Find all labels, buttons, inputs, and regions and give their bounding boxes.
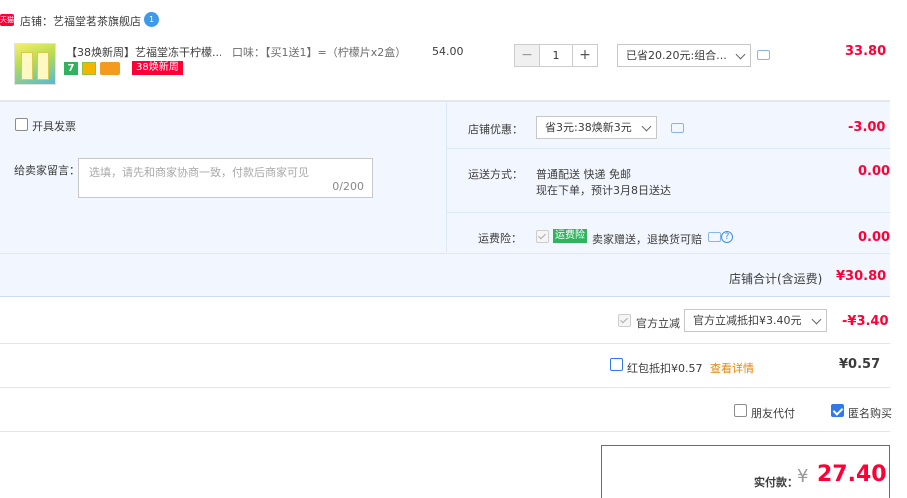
official-discount-select[interactable]: 官方立减抵扣¥3.40元 <box>684 309 827 332</box>
insurance-desc: 卖家赠送，退换货可赔 <box>592 233 702 246</box>
friend-pay-checkbox[interactable] <box>734 404 747 417</box>
promo-tag: 38焕新周 <box>132 61 183 75</box>
official-discount-checkbox <box>618 314 631 327</box>
redpacket-checkbox[interactable] <box>610 358 623 371</box>
panel-divider <box>446 102 447 252</box>
payment-amount: 27.40 <box>817 462 887 487</box>
item-promo-select[interactable]: 已省20.20元:组合... <box>617 44 751 67</box>
divider <box>447 212 890 213</box>
shop-total-value: ¥30.80 <box>836 269 887 284</box>
quantity-stepper: − 1 + <box>514 44 598 67</box>
divider <box>0 431 890 432</box>
shop-discount-label: 店铺优惠： <box>468 123 523 136</box>
chat-seller-icon[interactable]: 1 <box>144 12 159 27</box>
message-char-count: 0/200 <box>332 180 364 193</box>
item-total-price: 33.80 <box>845 44 887 59</box>
quantity-input[interactable]: 1 <box>539 45 573 66</box>
comment-icon[interactable] <box>708 232 721 242</box>
friend-pay-label: 朋友代付 <box>751 407 795 420</box>
chevron-down-icon <box>735 49 746 60</box>
shipping-eta: 现在下单，预计3月8日送达 <box>536 184 671 197</box>
shop-name-link[interactable]: 店铺：艺福堂茗茶旗舰店 <box>20 13 141 29</box>
official-discount-label: 官方立减 <box>636 317 680 330</box>
shipping-value: 0.00 <box>858 164 891 179</box>
invoice-label: 开具发票 <box>32 120 76 133</box>
divider <box>0 253 890 254</box>
product-sku: 口味：【买1送1】=（柠檬片x2盒） <box>232 46 407 59</box>
seven-day-return-icon: 7 <box>64 62 78 75</box>
message-label: 给卖家留言： <box>14 164 80 177</box>
product-thumbnail[interactable] <box>14 43 56 85</box>
insurance-checkbox <box>536 230 549 243</box>
shop-order-panel <box>0 101 890 297</box>
shop-discount-select-value: 省3元:38焕新3元 <box>545 121 632 134</box>
tmall-icon: 天猫 <box>0 14 14 26</box>
chevron-down-icon <box>641 121 652 132</box>
shop-discount-select[interactable]: 省3元:38焕新3元 <box>536 116 657 139</box>
comment-icon[interactable] <box>757 50 770 60</box>
redpacket-label: 红包抵扣¥0.57 <box>627 362 703 375</box>
anonymous-purchase-checkbox[interactable] <box>831 404 844 417</box>
shipping-method: 普通配送 快递 免邮 <box>536 168 631 181</box>
chevron-down-icon <box>811 314 822 325</box>
comment-icon[interactable] <box>671 123 684 133</box>
anonymous-purchase-label: 匿名购买 <box>848 407 892 420</box>
redpacket-value: ¥0.57 <box>839 357 881 372</box>
help-icon[interactable]: ? <box>721 231 733 243</box>
quantity-plus-button[interactable]: + <box>573 45 597 66</box>
credit-card-icon <box>100 62 120 75</box>
guarantee-icon <box>82 62 96 75</box>
item-promo-select-value: 已省20.20元:组合... <box>626 49 727 62</box>
currency-symbol: ¥ <box>797 466 809 487</box>
divider <box>0 387 890 388</box>
quantity-minus-button[interactable]: − <box>515 45 539 66</box>
shop-total-label: 店铺合计(含运费) <box>729 272 823 286</box>
official-discount-value: -¥3.40 <box>842 314 889 329</box>
divider <box>447 148 890 149</box>
product-title-link[interactable]: 【38焕新周】艺福堂冻干柠檬... <box>66 44 221 60</box>
divider <box>0 343 890 344</box>
shipping-label: 运送方式： <box>468 168 523 181</box>
shop-discount-value: -3.00 <box>848 120 886 135</box>
insurance-label: 运费险： <box>478 232 522 245</box>
redpacket-details-link[interactable]: 查看详情 <box>710 360 754 376</box>
official-discount-select-value: 官方立减抵扣¥3.40元 <box>693 314 802 327</box>
payment-label: 实付款： <box>754 476 798 489</box>
invoice-checkbox[interactable] <box>15 118 28 131</box>
seller-message-input[interactable]: 选填，请先和商家协商一致，付款后商家可见 0/200 <box>78 158 373 198</box>
insurance-value: 0.00 <box>858 230 891 245</box>
insurance-tag: 运费险 <box>553 229 587 243</box>
message-placeholder: 选填，请先和商家协商一致，付款后商家可见 <box>89 166 309 179</box>
unit-price: 54.00 <box>432 45 464 58</box>
